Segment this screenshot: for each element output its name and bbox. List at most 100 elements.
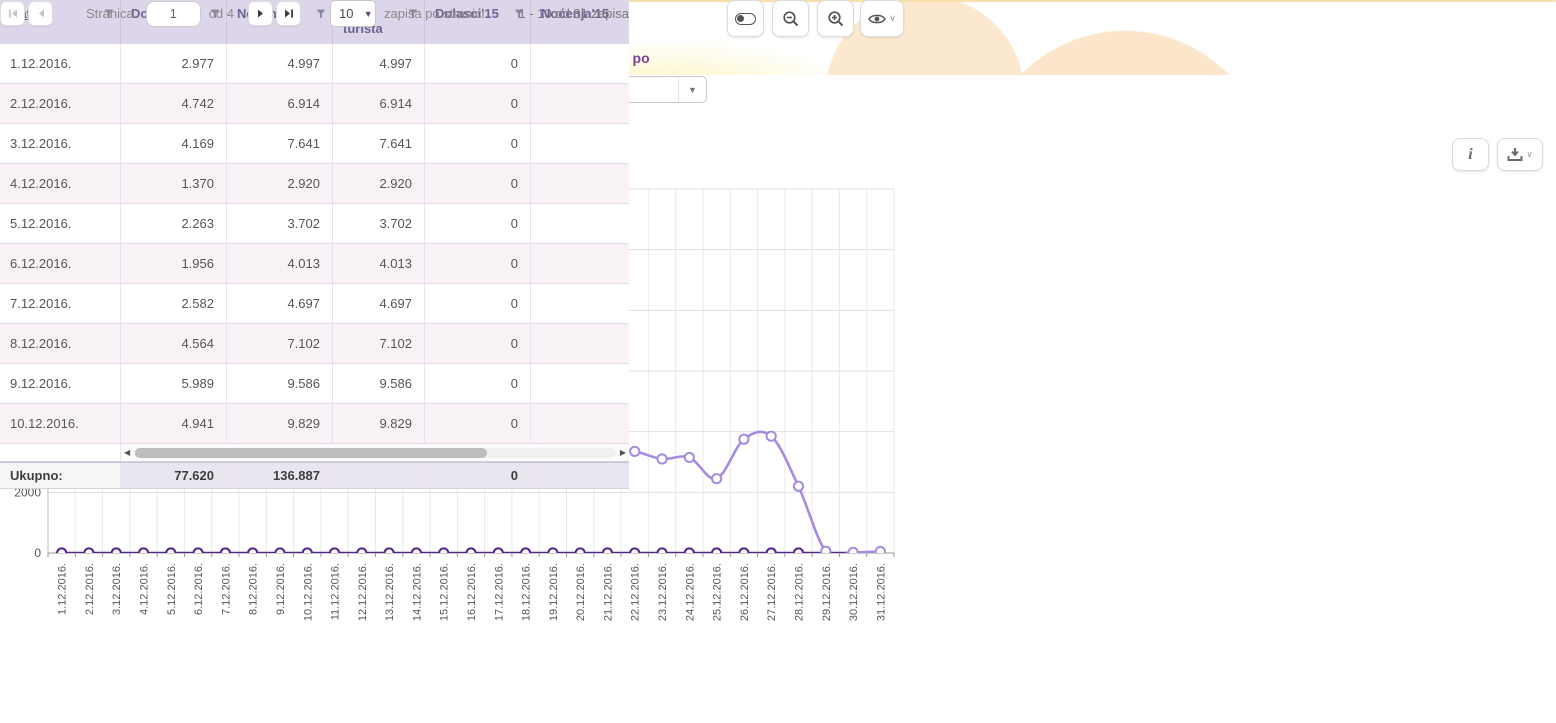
cell-value: 4.997 bbox=[227, 44, 333, 83]
cell-value: 2.977 bbox=[121, 44, 227, 83]
prev-page-icon bbox=[37, 9, 45, 18]
svg-text:19.12.2016.: 19.12.2016. bbox=[548, 563, 560, 621]
svg-text:26.12.2016.: 26.12.2016. bbox=[739, 563, 751, 621]
svg-text:2.12.2016.: 2.12.2016. bbox=[84, 563, 96, 615]
next-page-icon bbox=[257, 9, 265, 18]
cell-datum: 10.12.2016. bbox=[0, 404, 121, 443]
scroll-left-icon[interactable]: ◀ bbox=[124, 448, 130, 458]
svg-text:0: 0 bbox=[34, 546, 41, 560]
table-row[interactable]: 6.12.2016.1.9564.0134.0130 bbox=[0, 244, 629, 284]
svg-text:21.12.2016.: 21.12.2016. bbox=[602, 563, 614, 621]
table-row[interactable]: 8.12.2016.4.5647.1027.1020 bbox=[0, 324, 629, 364]
svg-text:17.12.2016.: 17.12.2016. bbox=[493, 563, 505, 621]
cell-value: 2.920 bbox=[333, 164, 425, 203]
svg-text:10.12.2016.: 10.12.2016. bbox=[302, 563, 314, 621]
select-arrow[interactable]: ▼ bbox=[678, 77, 706, 102]
info-icon: i bbox=[1468, 146, 1472, 164]
scrollbar-thumb[interactable] bbox=[135, 448, 487, 458]
table-row[interactable]: 7.12.2016.2.5824.6974.6970 bbox=[0, 284, 629, 324]
scroll-right-icon[interactable]: ▶ bbox=[620, 448, 626, 458]
svg-text:3.12.2016.: 3.12.2016. bbox=[111, 563, 123, 615]
cell-value: 9.829 bbox=[333, 404, 425, 443]
table-row[interactable]: 10.12.2016.4.9419.8299.8290 bbox=[0, 404, 629, 444]
cell-datum: 6.12.2016. bbox=[0, 244, 121, 283]
cell-value: 4.941 bbox=[121, 404, 227, 443]
cell-datum: 2.12.2016. bbox=[0, 84, 121, 123]
pagination-bar: Stranica od 4 10 ▼ zapisa po stranici 1 … bbox=[0, 0, 629, 27]
cell-value bbox=[531, 244, 629, 283]
last-page-icon bbox=[284, 9, 294, 18]
download-button[interactable]: ∨ bbox=[1497, 138, 1543, 171]
scrollbar-track[interactable] bbox=[134, 448, 616, 458]
cell-value: 0 bbox=[425, 44, 531, 83]
cell-value: 6.914 bbox=[227, 84, 333, 123]
page-size-select[interactable]: 10 ▼ bbox=[330, 0, 376, 27]
svg-text:18.12.2016.: 18.12.2016. bbox=[521, 563, 533, 621]
cell-value: 0 bbox=[425, 164, 531, 203]
svg-text:1.12.2016.: 1.12.2016. bbox=[57, 563, 69, 615]
stranica-label: Stranica bbox=[86, 6, 134, 21]
table-row[interactable]: 3.12.2016.4.1697.6417.6410 bbox=[0, 124, 629, 164]
cell-value: 4.697 bbox=[227, 284, 333, 323]
cell-value: 2.920 bbox=[227, 164, 333, 203]
info-button[interactable]: i bbox=[1452, 138, 1489, 171]
cell-value bbox=[531, 404, 629, 443]
download-icon bbox=[1507, 147, 1523, 162]
cell-value: 4.564 bbox=[121, 324, 227, 363]
svg-text:30.12.2016.: 30.12.2016. bbox=[848, 563, 860, 621]
cell-value: 0 bbox=[425, 84, 531, 123]
chevron-down-icon: ∨ bbox=[1526, 149, 1533, 160]
select-arrow[interactable]: ▼ bbox=[361, 1, 375, 26]
total-label: Ukupno: bbox=[0, 463, 121, 488]
table-row[interactable]: 9.12.2016.5.9899.5869.5860 bbox=[0, 364, 629, 404]
cell-value: 9.586 bbox=[227, 364, 333, 403]
table-row[interactable]: 2.12.2016.4.7426.9146.9140 bbox=[0, 84, 629, 124]
table-row[interactable]: 5.12.2016.2.2633.7023.7020 bbox=[0, 204, 629, 244]
svg-text:5.12.2016.: 5.12.2016. bbox=[166, 563, 178, 615]
first-page-button[interactable] bbox=[0, 1, 25, 26]
cell-datum: 9.12.2016. bbox=[0, 364, 121, 403]
horizontal-scrollbar[interactable]: ◀ ▶ bbox=[121, 444, 629, 461]
total-nocenja15 bbox=[531, 463, 629, 488]
table-hscroll-row: ◀ ▶ bbox=[0, 444, 629, 462]
per-page-label: zapisa po stranici bbox=[384, 6, 484, 21]
cell-datum: 8.12.2016. bbox=[0, 324, 121, 363]
table-row[interactable]: 4.12.2016.1.3702.9202.9200 bbox=[0, 164, 629, 204]
cell-value: 3.702 bbox=[227, 204, 333, 243]
data-table: DatumDolasciNoćenjaBroj turistaDolasci'1… bbox=[0, 0, 629, 489]
last-page-button[interactable] bbox=[276, 1, 301, 26]
cell-value: 5.989 bbox=[121, 364, 227, 403]
svg-text:13.12.2016.: 13.12.2016. bbox=[384, 563, 396, 621]
next-page-button[interactable] bbox=[248, 1, 273, 26]
cell-value: 1.956 bbox=[121, 244, 227, 283]
table-row[interactable]: 1.12.2016.2.9774.9974.9970 bbox=[0, 44, 629, 84]
svg-text:23.12.2016.: 23.12.2016. bbox=[657, 563, 669, 621]
svg-text:6.12.2016.: 6.12.2016. bbox=[193, 563, 205, 615]
total-broj-turista bbox=[333, 463, 425, 488]
page-count-text: od 4 bbox=[209, 6, 234, 21]
page-size-value: 10 bbox=[331, 1, 361, 26]
page-number-input[interactable] bbox=[146, 1, 201, 27]
cell-value bbox=[531, 84, 629, 123]
svg-text:24.12.2016.: 24.12.2016. bbox=[684, 563, 696, 621]
total-nocenja: 136.887 bbox=[227, 463, 333, 488]
cell-datum: 3.12.2016. bbox=[0, 124, 121, 163]
svg-text:20.12.2016.: 20.12.2016. bbox=[575, 563, 587, 621]
total-dolasci15: 0 bbox=[425, 463, 531, 488]
cell-value bbox=[531, 364, 629, 403]
cell-value: 0 bbox=[425, 124, 531, 163]
svg-text:29.12.2016.: 29.12.2016. bbox=[821, 563, 833, 621]
cell-value: 0 bbox=[425, 244, 531, 283]
cell-value: 7.641 bbox=[227, 124, 333, 163]
cell-datum: 1.12.2016. bbox=[0, 44, 121, 83]
cell-value bbox=[531, 204, 629, 243]
chevron-down-icon: ▼ bbox=[364, 9, 373, 19]
prev-page-button[interactable] bbox=[28, 1, 53, 26]
cell-value: 7.641 bbox=[333, 124, 425, 163]
cell-value: 2.263 bbox=[121, 204, 227, 243]
svg-text:7.12.2016.: 7.12.2016. bbox=[220, 563, 232, 615]
cell-value: 4.697 bbox=[333, 284, 425, 323]
turisti-page: { "tab": { "title": "Turisti" }, "filter… bbox=[0, 0, 1556, 723]
records-range-text: 1 - 10 od 31 zapisa bbox=[518, 6, 629, 21]
cell-value: 9.829 bbox=[227, 404, 333, 443]
